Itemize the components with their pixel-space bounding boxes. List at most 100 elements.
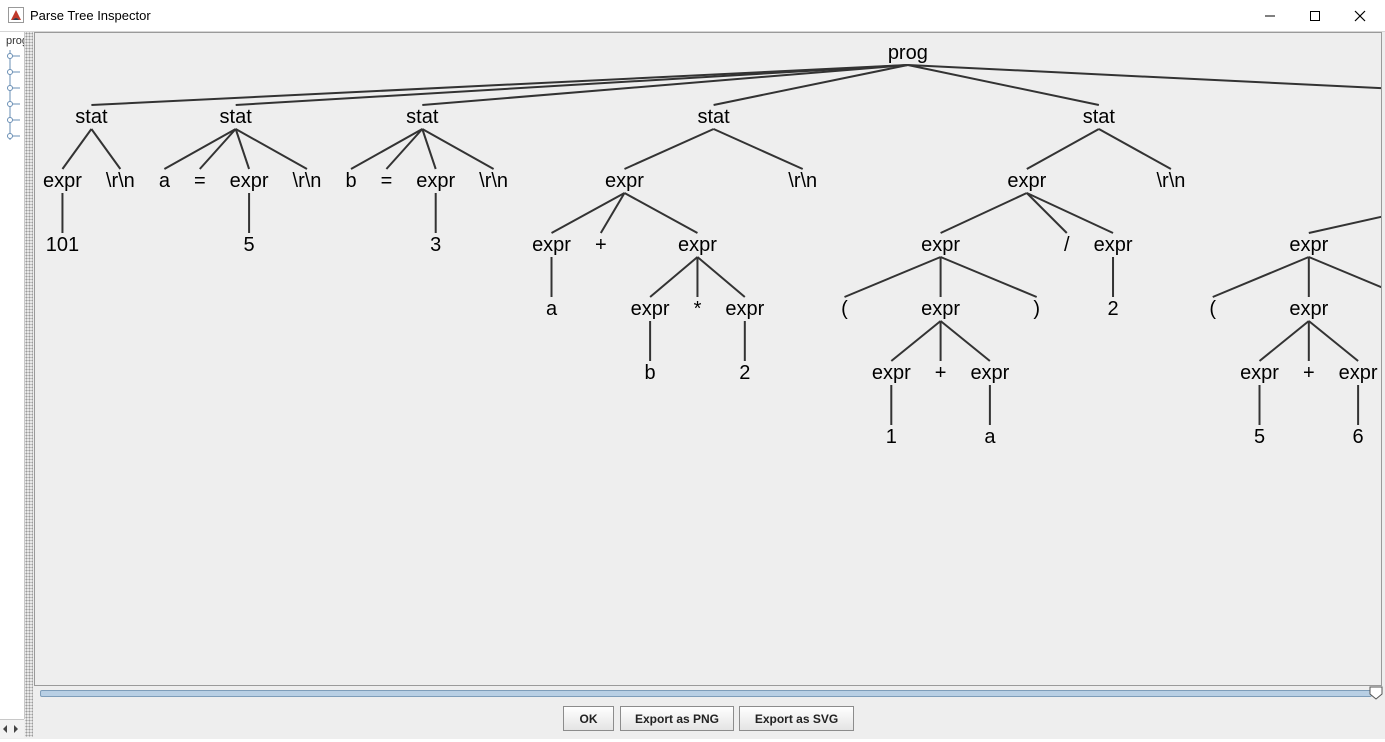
tree-token[interactable]: * xyxy=(694,298,702,320)
window-title: Parse Tree Inspector xyxy=(30,8,151,23)
tree-node-stat[interactable]: stat xyxy=(1083,106,1116,128)
tree-token[interactable]: \r\n xyxy=(1156,170,1185,192)
tree-edge xyxy=(90,128,122,170)
tree-token[interactable]: + xyxy=(935,362,947,384)
tree-node-expr[interactable]: expr xyxy=(921,298,960,320)
outline-horizontal-scrollbar[interactable] xyxy=(0,719,24,738)
tree-edge xyxy=(1098,128,1172,170)
tree-edge xyxy=(61,128,93,170)
parse-tree-canvas[interactable]: 101 expr \r\n stat a = 5 expr \r\n stat b = 3 expr \r\… xyxy=(34,32,1382,686)
tree-edge xyxy=(890,320,942,362)
tree-token[interactable]: 6 xyxy=(1353,426,1364,448)
outline-root-label: prog xyxy=(6,35,24,47)
tree-token[interactable]: = xyxy=(194,170,206,192)
tree-node-prog[interactable]: prog xyxy=(888,42,928,64)
zoom-slider[interactable] xyxy=(40,686,1383,700)
ok-button[interactable]: OK xyxy=(563,706,614,731)
tree-edge xyxy=(1258,320,1310,362)
tree-edge xyxy=(350,128,423,170)
tree-token[interactable]: b xyxy=(645,362,656,384)
tree-edge xyxy=(1026,192,1114,234)
tree-node-stat[interactable]: stat xyxy=(220,106,253,128)
tree-node-expr[interactable]: expr xyxy=(1007,170,1046,192)
tree-edge xyxy=(385,128,424,170)
tree-node-expr[interactable]: expr xyxy=(970,362,1009,384)
tree-token[interactable]: ( xyxy=(1209,298,1216,320)
tree-edge xyxy=(1308,320,1359,362)
tree-edge xyxy=(1308,256,1381,289)
tree-token[interactable]: b xyxy=(345,170,356,192)
tree-token[interactable]: \r\n xyxy=(788,170,817,192)
tree-node-expr[interactable]: expr xyxy=(43,170,82,192)
tree-node-expr[interactable]: expr xyxy=(605,170,644,192)
tree-token[interactable]: + xyxy=(1303,362,1315,384)
tree-node-expr[interactable]: expr xyxy=(1240,362,1279,384)
maximize-button[interactable] xyxy=(1292,0,1338,31)
tree-token[interactable]: \r\n xyxy=(479,170,508,192)
tree-node-expr[interactable]: expr xyxy=(725,298,764,320)
tree-token[interactable]: a xyxy=(159,170,171,192)
tree-node-expr[interactable]: expr xyxy=(1094,234,1133,256)
tree-token[interactable]: 101 xyxy=(46,234,79,256)
zoom-slider-thumb[interactable] xyxy=(1369,686,1383,700)
tree-node-expr[interactable]: expr xyxy=(1289,234,1328,256)
tree-node-expr[interactable]: expr xyxy=(532,234,571,256)
tree-token[interactable]: 3 xyxy=(430,234,441,256)
tree-token[interactable]: \r\n xyxy=(106,170,135,192)
tree-node-expr[interactable]: expr xyxy=(678,234,717,256)
tree-token[interactable]: 2 xyxy=(1107,298,1118,320)
parse-tree-inspector-window: Parse Tree Inspector prog xyxy=(0,0,1385,739)
tree-token[interactable]: \r\n xyxy=(293,170,322,192)
tree-token[interactable]: ) xyxy=(1033,298,1040,320)
tree-edge xyxy=(713,128,804,170)
tree-node-expr[interactable]: expr xyxy=(872,362,911,384)
tree-node-expr[interactable]: expr xyxy=(230,170,269,192)
tree-token[interactable]: 5 xyxy=(1254,426,1265,448)
tree-token[interactable]: ( xyxy=(841,298,848,320)
tree-token[interactable]: 1 xyxy=(886,426,897,448)
split-pane-divider[interactable] xyxy=(25,32,33,737)
tree-outline-panel[interactable]: prog xyxy=(0,32,25,719)
tree-edge xyxy=(1308,215,1381,234)
export-png-button[interactable]: Export as PNG xyxy=(620,706,734,731)
minimize-icon xyxy=(1265,15,1275,16)
minimize-button[interactable] xyxy=(1247,0,1293,31)
tree-token[interactable]: / xyxy=(1064,234,1070,256)
tree-token[interactable]: 2 xyxy=(739,362,750,384)
tree-token[interactable]: a xyxy=(984,426,996,448)
tree-node-stat[interactable]: stat xyxy=(406,106,439,128)
tree-edge xyxy=(163,128,237,170)
maximize-icon xyxy=(1310,10,1320,21)
title-bar[interactable]: Parse Tree Inspector xyxy=(0,0,1385,32)
zoom-slider-track[interactable] xyxy=(40,690,1372,697)
tree-token[interactable]: 5 xyxy=(244,234,255,256)
tree-token[interactable]: a xyxy=(546,298,558,320)
tree-node-expr[interactable]: expr xyxy=(1289,298,1328,320)
tree-edge xyxy=(939,320,991,362)
tree-node-stat[interactable]: stat xyxy=(697,106,730,128)
tree-edge xyxy=(696,256,746,298)
tree-edge xyxy=(624,192,698,234)
tree-edge xyxy=(940,256,1038,298)
tree-edge xyxy=(1212,256,1310,298)
tree-edge xyxy=(624,128,715,170)
tree-node-expr[interactable]: expr xyxy=(416,170,455,192)
outline-tree-icons xyxy=(7,50,20,140)
close-button[interactable] xyxy=(1337,0,1383,31)
tree-edge xyxy=(199,128,237,170)
tree-node-expr[interactable]: expr xyxy=(921,234,960,256)
tree-token[interactable]: + xyxy=(595,234,607,256)
tree-node-stat[interactable]: stat xyxy=(75,106,108,128)
scroll-arrows-icon xyxy=(3,725,18,733)
tree-edge xyxy=(844,256,941,298)
tree-edge xyxy=(1026,128,1100,170)
tree-node-expr[interactable]: expr xyxy=(631,298,670,320)
tree-node-expr[interactable]: expr xyxy=(1339,362,1378,384)
tree-edge xyxy=(1026,192,1068,234)
export-svg-button[interactable]: Export as SVG xyxy=(739,706,854,731)
tree-edge xyxy=(907,64,1381,90)
tree-edge xyxy=(940,192,1028,234)
tree-edge xyxy=(907,64,1100,106)
tree-token[interactable]: = xyxy=(381,170,393,192)
tree-edge xyxy=(649,256,699,298)
